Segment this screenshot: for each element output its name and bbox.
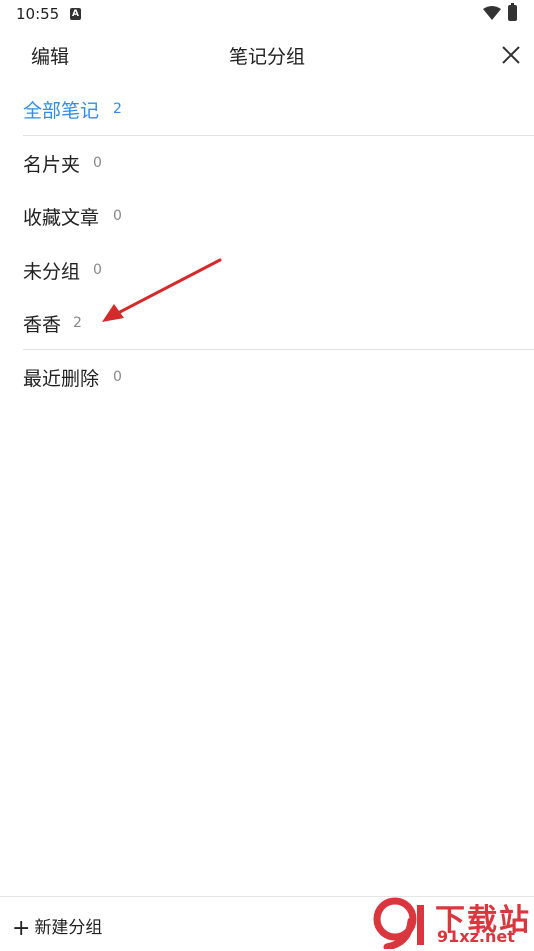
new-group-button[interactable]: + 新建分组 [12, 913, 102, 941]
new-group-label: 新建分组 [34, 918, 103, 938]
watermark-logo-icon [373, 897, 424, 949]
watermark-url: 91xz.net [437, 927, 515, 946]
plus-icon: + [12, 916, 31, 941]
red-arrow-annotation [102, 258, 222, 322]
watermark: 下载站 91xz.net [365, 893, 534, 950]
